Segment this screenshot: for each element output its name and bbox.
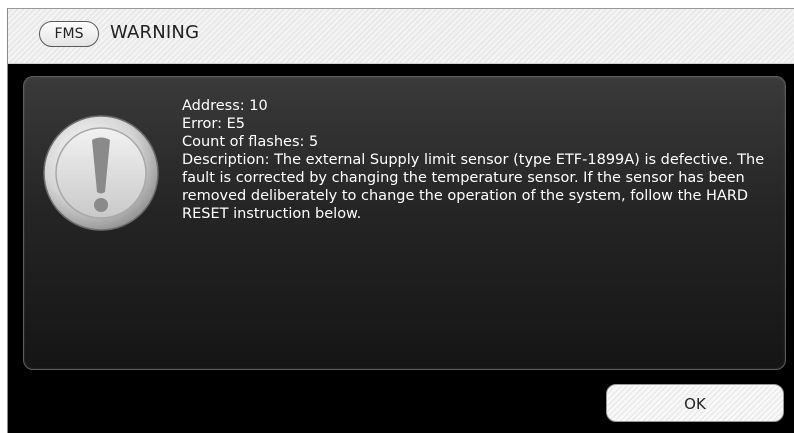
flashes-line: Count of flashes: 5 [182,134,319,150]
warning-dialog: FMS WARNING Address: 10 Error: E5 Count … [7,8,794,433]
description-text: Description: The external Supply limit s… [182,152,765,222]
error-line: Error: E5 [182,116,245,132]
exclamation-icon [43,115,159,231]
fms-badge: FMS [39,21,99,47]
address-line: Address: 10 [182,98,268,114]
message-panel: Address: 10 Error: E5 Count of flashes: … [23,76,786,370]
title-bar: FMS WARNING [8,9,794,64]
ok-button[interactable]: OK [606,384,784,422]
message-text: Address: 10 Error: E5 Count of flashes: … [182,97,772,223]
dialog-title: WARNING [110,22,200,43]
